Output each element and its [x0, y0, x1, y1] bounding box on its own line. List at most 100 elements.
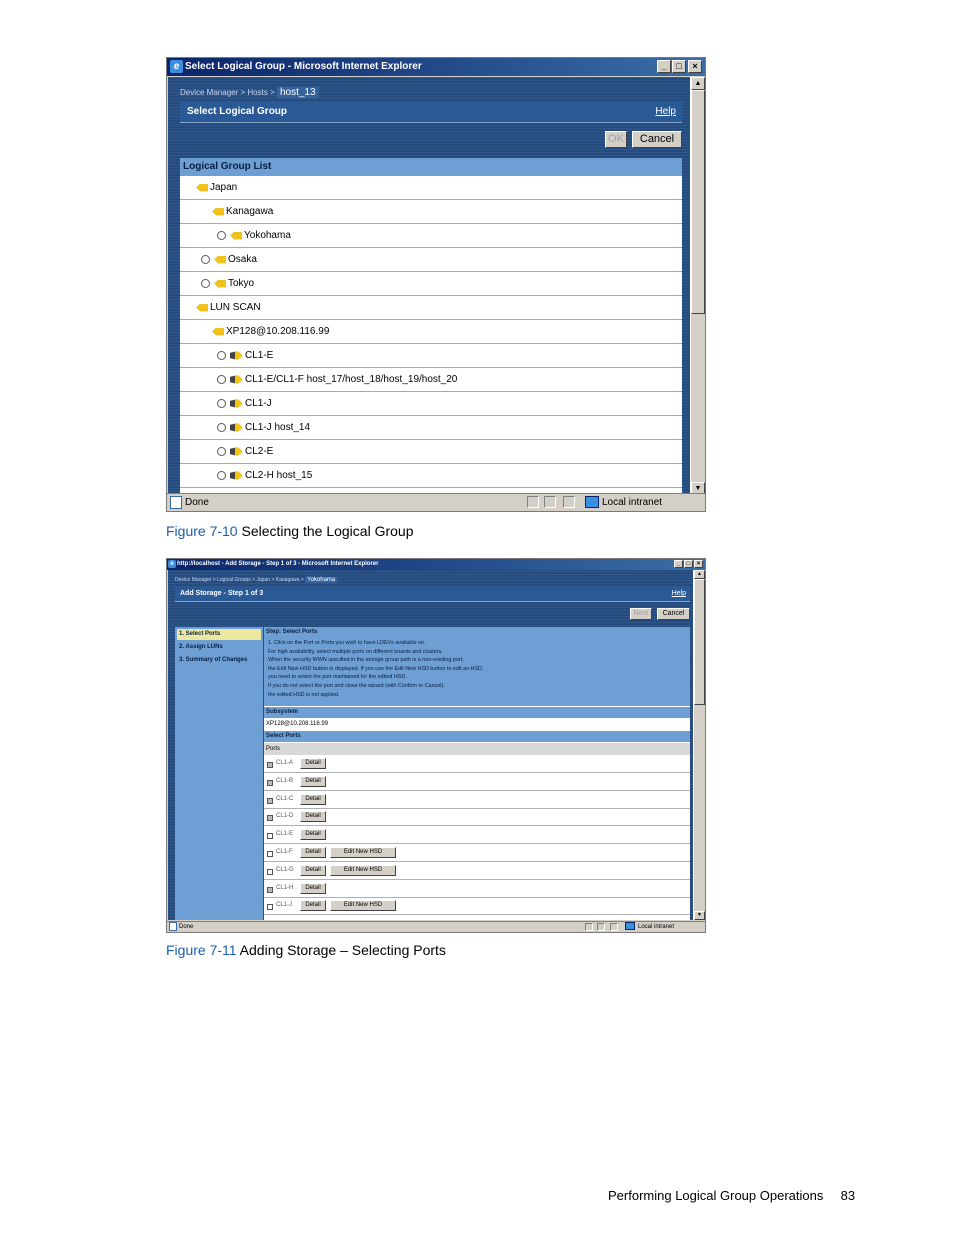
list-item[interactable]: CL1-E [180, 344, 682, 368]
list-item[interactable]: CL2-E [180, 440, 682, 464]
detail-button[interactable]: Detail [300, 811, 326, 823]
detail-button[interactable]: Detail [300, 758, 326, 769]
instruction-line: you need to select the port maintained f… [268, 674, 407, 681]
cancel-button[interactable]: Cancel [632, 131, 682, 148]
wizard-step-assign-luns[interactable]: 2. Assign LUNs [177, 642, 223, 653]
vertical-scrollbar[interactable]: ▲ ▼ [693, 570, 705, 920]
status-panel [585, 923, 593, 931]
detail-button[interactable]: Detail [300, 829, 326, 841]
detail-button[interactable]: Detail [300, 864, 326, 876]
scroll-thumb[interactable] [694, 579, 705, 705]
vertical-scrollbar[interactable]: ▲ ▼ [690, 77, 705, 495]
page-icon [170, 495, 182, 509]
window-title: Select Logical Group - Microsoft Interne… [185, 61, 422, 72]
wizard-step-summary[interactable]: 3. Summary of Changes [177, 655, 247, 666]
port-checkbox[interactable] [267, 851, 273, 857]
detail-button[interactable]: Detail [300, 847, 326, 858]
breadcrumb-device-manager[interactable]: Device Manager [180, 88, 238, 97]
instruction-line: If you do not select the port and close … [268, 683, 445, 689]
radio-button[interactable] [217, 375, 226, 384]
radio-button[interactable] [217, 423, 226, 432]
logical-group-list: Logical Group List Japan Kanagawa Yokohama… [180, 158, 682, 495]
port-checkbox [267, 886, 273, 893]
wizard-step-select-ports[interactable]: 1. Select Ports [177, 629, 261, 640]
port-row: CL1-B Detail [264, 773, 690, 791]
port-checkbox[interactable] [267, 904, 273, 911]
group-icon [214, 279, 226, 288]
subsystem-header: Subsystem [264, 707, 690, 718]
list-item[interactable]: Osaka [180, 248, 682, 272]
window-title-bar[interactable]: e http://localhost - Add Storage - Step … [167, 559, 705, 570]
status-panel [597, 923, 605, 931]
port-checkbox[interactable] [267, 868, 273, 875]
detail-button[interactable]: Detail [300, 900, 326, 912]
instruction-line: the edited HSD is not applied. [268, 691, 340, 698]
port-label: CL1-G [276, 866, 294, 873]
breadcrumb-logical-groups[interactable]: Logical Groups [217, 577, 251, 583]
radio-button[interactable] [217, 231, 226, 240]
instruction-line: For high availability, select multiple p… [268, 648, 443, 655]
status-panel [527, 496, 539, 508]
status-panel [544, 496, 556, 508]
page-content: Device Manager > Hosts > host_13 Select … [168, 77, 690, 495]
help-link[interactable]: Help [655, 106, 676, 117]
radio-button[interactable] [217, 447, 226, 456]
zone-indicator: Local intranet [625, 922, 674, 932]
scroll-up-icon[interactable]: ▲ [691, 77, 705, 90]
port-checkbox [267, 762, 273, 768]
radio-button[interactable] [217, 471, 226, 480]
minimize-icon[interactable]: _ [657, 60, 671, 73]
breadcrumb-japan[interactable]: Japan [256, 577, 270, 583]
ok-button[interactable]: OK [605, 131, 627, 148]
page-title: Select Logical Group [187, 106, 288, 117]
page-number: 83 [840, 1188, 856, 1203]
intranet-icon [625, 922, 635, 931]
instruction-line: When the security WWN specified in the s… [268, 657, 464, 664]
scroll-thumb[interactable] [691, 90, 705, 314]
breadcrumb-device-manager[interactable]: Device Manager [175, 577, 211, 583]
list-item[interactable]: CL1-J [180, 392, 682, 416]
edit-new-hsd-button[interactable]: Edit New HSD [330, 847, 396, 858]
status-panel [610, 923, 618, 931]
radio-button[interactable] [217, 399, 226, 408]
port-checkbox [267, 815, 273, 822]
detail-button[interactable]: Detail [300, 775, 326, 787]
breadcrumb-kanagawa[interactable]: Kanagawa [276, 577, 300, 583]
detail-button[interactable]: Detail [300, 793, 326, 805]
radio-button[interactable] [217, 351, 226, 360]
cancel-button[interactable]: Cancel [657, 608, 690, 620]
radio-button[interactable] [201, 279, 210, 288]
port-row: CL1-J Detail Edit New HSD [264, 897, 690, 916]
window-title-bar[interactable]: e Select Logical Group - Microsoft Inter… [167, 58, 705, 76]
help-link[interactable]: Help [672, 590, 686, 597]
port-checkbox[interactable] [267, 833, 273, 840]
edit-new-hsd-button[interactable]: Edit New HSD [330, 900, 396, 912]
next-button[interactable]: Next [630, 608, 652, 620]
list-item-label: Japan [210, 182, 238, 193]
list-item[interactable]: Tokyo [180, 272, 682, 296]
list-item[interactable]: CL1-E/CL1-F host_17/host_18/host_19/host… [180, 368, 682, 392]
status-text: Done [185, 497, 209, 508]
close-icon[interactable]: × [688, 60, 702, 73]
step-title: Step: Select Ports [266, 629, 318, 635]
status-text: Done [179, 924, 194, 931]
detail-button[interactable]: Detail [300, 882, 326, 894]
list-item-label: Osaka [228, 254, 257, 265]
breadcrumb-hosts[interactable]: Hosts [247, 88, 267, 97]
list-item[interactable]: Yokohama [180, 224, 682, 248]
radio-button[interactable] [201, 255, 210, 264]
scroll-down-icon[interactable]: ▼ [694, 911, 705, 920]
scroll-up-icon[interactable]: ▲ [694, 570, 705, 579]
minimize-icon[interactable]: _ [674, 560, 683, 568]
list-item[interactable]: CL1-J host_14 [180, 416, 682, 440]
maximize-icon[interactable]: □ [672, 60, 686, 73]
figure-number[interactable]: Figure 7-10 [166, 523, 238, 539]
edit-new-hsd-button[interactable]: Edit New HSD [330, 864, 396, 876]
list-item[interactable]: CL2-H host_15 [180, 464, 682, 488]
port-row: CL1-G Detail Edit New HSD [264, 862, 690, 880]
figure-number[interactable]: Figure 7-11 [166, 942, 237, 958]
close-icon[interactable]: × [694, 560, 703, 568]
group-icon [230, 231, 242, 240]
breadcrumb-current: host_13 [276, 87, 319, 98]
maximize-icon[interactable]: □ [684, 560, 693, 568]
